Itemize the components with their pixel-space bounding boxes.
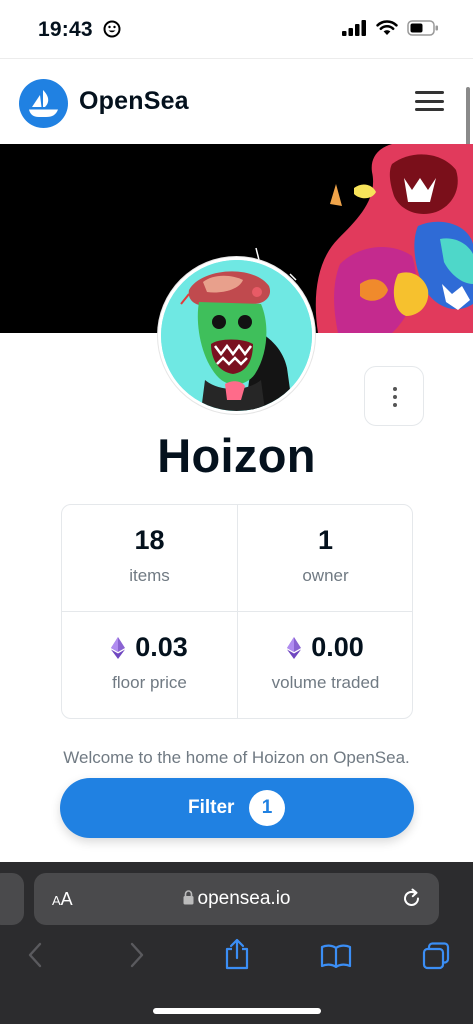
share-icon[interactable] [224, 938, 250, 975]
collection-avatar [158, 257, 315, 414]
reload-icon[interactable] [401, 888, 422, 914]
filter-button[interactable]: Filter 1 [60, 778, 414, 838]
stat-items-value: 18 [134, 525, 165, 555]
url-text: opensea.io [197, 888, 291, 909]
site-header: OpenSea [0, 58, 473, 151]
battery-icon [407, 20, 439, 41]
stat-floor-price[interactable]: 0.03 floor price [62, 612, 237, 719]
stat-volume-traded-value: 0.00 [311, 632, 364, 662]
status-bar: 19:43 [0, 0, 473, 58]
stats-divider-horizontal [62, 611, 412, 612]
stat-owners-label: owner [302, 566, 349, 585]
cellular-signal-icon [342, 20, 367, 41]
status-time-text: 19:43 [38, 18, 93, 41]
bookmarks-icon[interactable] [320, 944, 352, 973]
forward-icon[interactable] [128, 942, 146, 973]
hamburger-menu-icon[interactable] [415, 91, 444, 111]
browser-toolbar: AA opensea.io [0, 862, 473, 1024]
scrollbar[interactable] [466, 87, 470, 151]
more-options-button[interactable] [364, 366, 424, 426]
lock-icon [183, 889, 194, 911]
ethereum-icon [287, 635, 302, 666]
filter-count-badge: 1 [249, 790, 285, 826]
ethereum-icon [111, 635, 126, 666]
status-icons [342, 20, 439, 41]
status-time: 19:43 [38, 18, 121, 44]
stat-volume-traded-row: 0.00 [238, 632, 413, 666]
back-icon[interactable] [26, 942, 44, 973]
filter-label: Filter [188, 797, 235, 818]
stat-floor-price-label: floor price [112, 673, 187, 692]
stat-items-label: items [129, 566, 170, 585]
opensea-logo[interactable] [19, 79, 68, 128]
collection-stats: 18 items 1 owner 0.03 floor price 0.00 v… [61, 504, 413, 719]
address-bar[interactable]: AA opensea.io [34, 873, 439, 925]
stat-owners-value: 1 [317, 525, 334, 555]
smiley-face-icon [103, 20, 121, 44]
previous-tab-peek[interactable] [0, 873, 24, 925]
stat-items[interactable]: 18 items [62, 505, 237, 612]
stat-volume-traded[interactable]: 0.00 volume traded [238, 612, 413, 719]
stat-floor-price-value: 0.03 [135, 632, 188, 662]
tabs-icon[interactable] [422, 942, 450, 975]
collection-name: Hoizon [157, 429, 316, 482]
wifi-icon [376, 20, 398, 41]
stat-volume-traded-label: volume traded [271, 673, 380, 692]
collection-description-line-1: Welcome to the home of Hoizon on OpenSea… [63, 748, 410, 767]
sailboat-icon [29, 90, 58, 117]
stat-owners[interactable]: 1 owner [238, 505, 413, 612]
url-display[interactable]: opensea.io [34, 888, 439, 911]
home-indicator [153, 1008, 321, 1014]
stat-floor-price-row: 0.03 [62, 632, 237, 666]
brand-name[interactable]: OpenSea [79, 87, 189, 116]
avatar-artwork [161, 260, 312, 411]
